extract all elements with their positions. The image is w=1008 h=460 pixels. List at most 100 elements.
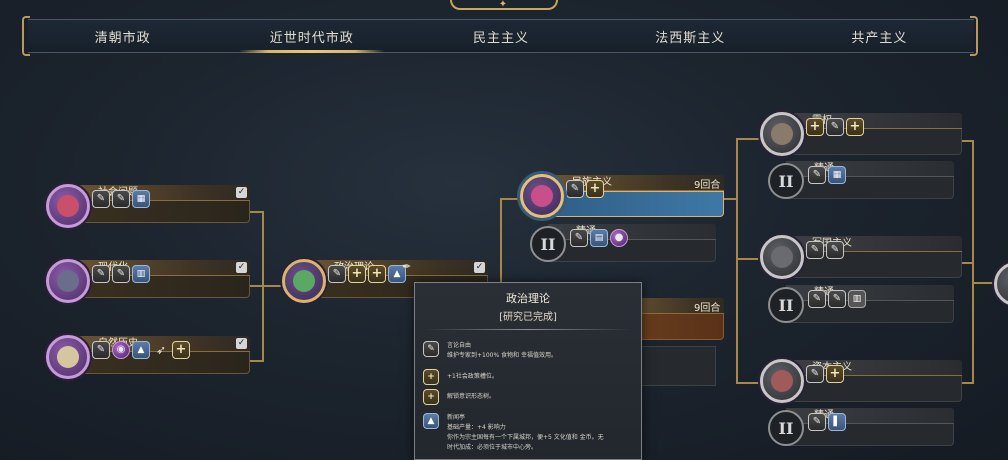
civic-icon-nationalism <box>520 174 564 218</box>
connector <box>962 382 974 384</box>
policy-card-icon: ✎ <box>808 412 826 431</box>
node-body: ✎ + <box>784 364 962 402</box>
connector <box>736 258 760 260</box>
tooltip-entry: ✎ 言论自由 维护专家到+100% 食物和 幸福值效用。 <box>423 341 557 361</box>
policy-card-icon: ✎ <box>808 165 826 184</box>
completed-check-icon: ✓ <box>474 262 485 273</box>
plus-slot-icon: + <box>423 369 439 385</box>
policy-card-icon: ✎ <box>826 117 844 136</box>
civic-node-natural-history[interactable]: 自然历史 ✎◉▲➶+ ✓ <box>70 336 250 376</box>
tooltip-entry: ▲ 新闻亭 基础产量：+4 影响力 你作为宗主国每有一个下属城邦，便+5 文化值… <box>423 413 604 453</box>
tab-fascism[interactable]: 法西斯主义 <box>596 20 785 52</box>
node-body: ✎ ✎ ▦ <box>70 189 250 223</box>
connector <box>962 140 974 142</box>
plus-slot-icon: + <box>806 117 824 136</box>
policy-card-icon: ✎ <box>112 189 130 208</box>
tab-democracy[interactable]: 民主主义 <box>406 20 595 52</box>
bird-icon: ➶ <box>155 342 167 357</box>
turns-remaining: 9回合 <box>694 180 721 191</box>
tab-qing-civics[interactable]: 清朝市政 <box>28 20 217 52</box>
building-icon: ▥ <box>848 289 866 308</box>
civic-node-militarism-mastery[interactable]: 精通 ✎✎▥ <box>786 285 954 323</box>
node-body: ✎ ▦ <box>786 165 954 199</box>
policy-card-icon: ✎ <box>423 341 439 357</box>
connector <box>250 360 264 362</box>
node-body: ✎ ✎ ▥ <box>786 289 954 323</box>
civic-icon-natural-history <box>46 335 90 379</box>
tooltip-entry-text: 维护专家到+100% 食物和 幸福值效用。 <box>447 352 557 359</box>
connector <box>500 198 502 288</box>
civic-node-capitalism-mastery[interactable]: 精通 ✎▌ <box>786 408 954 446</box>
plus-slot-icon: + <box>586 179 604 198</box>
node-body: + ✎ + <box>784 117 962 155</box>
policy-card-icon: ✎ <box>828 289 846 308</box>
policy-card-icon: ✎ <box>92 264 110 283</box>
tooltip-divider <box>425 329 631 330</box>
connector <box>736 138 738 382</box>
policy-card-icon: ✎ <box>566 179 584 198</box>
node-body: ✎ ✎ ▥ <box>70 264 250 298</box>
building-icon: ▤ <box>590 228 608 247</box>
plus-slot-icon: + <box>348 264 366 283</box>
ornament-gem-icon: ✦ <box>498 0 508 10</box>
building-icon: ▌ <box>828 412 846 431</box>
civic-node-nationalism-mastery[interactable]: 精通 ✎▤● <box>548 224 716 262</box>
policy-card-icon: ✎ <box>826 240 844 259</box>
connector <box>262 285 284 287</box>
connector <box>972 282 996 284</box>
mastery-badge: II <box>768 410 804 446</box>
building-icon: ▦ <box>132 189 150 208</box>
tooltip-status: [研究已完成] <box>499 312 557 323</box>
node-body: ✎ + <box>544 179 724 217</box>
plus-slot-icon: + <box>172 340 190 359</box>
civic-node-hegemony-mastery[interactable]: 精通 ✎▦ <box>786 161 954 199</box>
civic-icon-modernization <box>46 259 90 303</box>
policy-card-icon: ✎ <box>328 264 346 283</box>
turns-remaining: 9回合 <box>694 303 721 314</box>
civic-icon-hegemony <box>760 112 804 156</box>
civic-tooltip: 政治理论 [研究已完成] ✎ 言论自由 维护专家到+100% 食物和 幸福值效用… <box>414 282 642 460</box>
building-icon: ▦ <box>828 165 846 184</box>
civic-node-capitalism[interactable]: 资本主义 ✎+ <box>784 360 962 404</box>
policy-card-icon: ✎ <box>806 364 824 383</box>
plus-slot-icon: + <box>368 264 386 283</box>
civic-icon-political-theory <box>282 259 326 303</box>
civic-icon-offscreen[interactable] <box>994 262 1008 306</box>
mastery-badge: II <box>768 287 804 323</box>
civic-icon-capitalism <box>760 359 804 403</box>
building-icon: ▥ <box>132 264 150 283</box>
plus-slot-icon: + <box>846 117 864 136</box>
policy-card-icon: ✎ <box>112 264 130 283</box>
policy-card-icon: ✎ <box>570 228 588 247</box>
node-body: ✎ ▤ ● <box>548 228 716 262</box>
civic-node-social-issues[interactable]: 社会问题 ✎✎▦ ✓ <box>70 185 250 225</box>
tooltip-entry-heading: 言论自由 <box>447 342 472 349</box>
tab-modern-civics[interactable]: 近世时代市政 <box>217 20 406 53</box>
plus-slot-icon: + <box>826 364 844 383</box>
completed-check-icon: ✓ <box>236 262 247 273</box>
civic-node-hegemony[interactable]: 霸权 +✎+ <box>784 113 962 157</box>
quill-cursor-icon: ✒ <box>402 260 412 273</box>
tooltip-entry-text: 解锁意识形态树。 <box>447 393 496 400</box>
tab-communism[interactable]: 共产主义 <box>785 20 974 52</box>
tooltip-entry-heading: 新闻亭 <box>447 414 466 421</box>
connector <box>736 382 760 384</box>
tooltip-entry: + 解锁意识形态树。 <box>423 389 495 405</box>
mastery-badge: II <box>768 163 804 199</box>
completed-check-icon: ✓ <box>236 187 247 198</box>
policy-card-icon: ✎ <box>92 340 110 359</box>
completed-check-icon: ✓ <box>236 338 247 349</box>
civic-node-modernization[interactable]: 现代化 ✎✎▥ ✓ <box>70 260 250 300</box>
civic-node-militarism[interactable]: 军国主义 ✎✎ <box>784 236 962 280</box>
tooltip-entry: + +1社会政策槽位。 <box>423 369 498 385</box>
civic-icon-social-issues <box>46 184 90 228</box>
building-icon: ▲ <box>132 340 150 359</box>
node-body: ✎ ◉ ▲ ➶ + <box>70 340 250 374</box>
tooltip-entry-text: 基础产量：+4 影响力 <box>447 424 506 431</box>
mastery-badge: II <box>530 226 566 262</box>
plus-slot-icon: + <box>423 389 439 405</box>
ideology-tab-bar: 清朝市政 近世时代市政 民主主义 法西斯主义 共产主义 <box>28 19 974 53</box>
civic-node-nationalism[interactable]: 民族主义 ✎+ 9回合 <box>544 175 724 219</box>
policy-card-icon: ✎ <box>808 289 826 308</box>
great-work-icon: ◉ <box>112 340 130 359</box>
